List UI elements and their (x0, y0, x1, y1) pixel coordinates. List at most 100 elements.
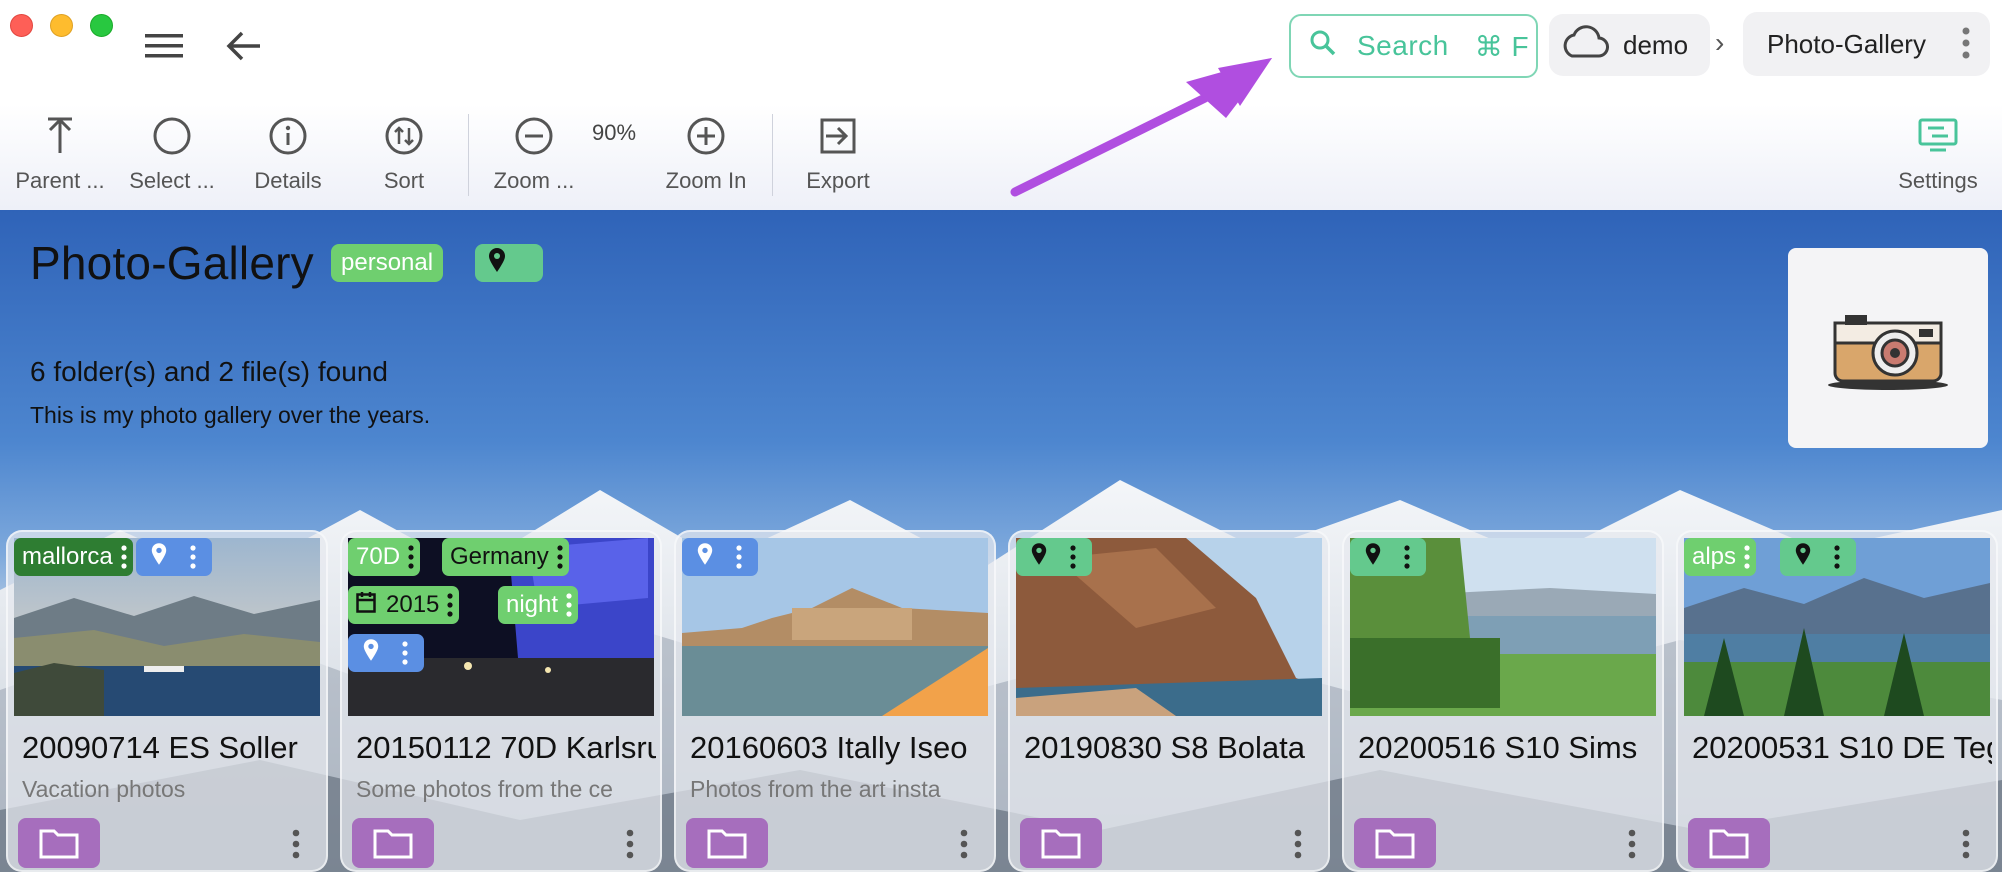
folder-name: 20190830 S8 Bolata (1024, 730, 1305, 765)
folder-thumbnail[interactable] (1788, 248, 1988, 448)
circle-select-icon (152, 110, 192, 162)
map-marker-icon (1794, 542, 1812, 573)
card-menu-icon[interactable] (1294, 828, 1302, 865)
folder-icon[interactable] (1688, 818, 1770, 868)
folder-title: Photo-Gallery (30, 237, 314, 289)
tag-geo-location[interactable] (1780, 538, 1856, 576)
map-marker-icon (696, 542, 714, 573)
folder-card[interactable]: 20200516 S10 Sims (1342, 530, 1664, 872)
tag-70d[interactable]: 70D (348, 538, 421, 576)
card-menu-icon[interactable] (960, 828, 968, 865)
map-marker-icon (1364, 542, 1382, 573)
tag-geo-location[interactable] (1350, 538, 1426, 576)
breadcrumb-current-folder[interactable]: Photo-Gallery (1743, 12, 1990, 76)
folder-icon[interactable] (352, 818, 434, 868)
sort-icon (384, 110, 424, 162)
tag-geo-location[interactable] (475, 244, 543, 282)
folder-subtitle: Vacation photos (22, 776, 186, 802)
search-icon (1309, 29, 1337, 64)
folder-card[interactable]: mallorca 20090714 ES Soller Vacation pho… (6, 530, 328, 872)
card-menu-icon[interactable] (1628, 828, 1636, 865)
parent-arrow-icon (45, 110, 75, 162)
details-button[interactable]: Details (248, 110, 328, 206)
zoom-out-button[interactable]: Zoom ... (488, 110, 580, 206)
breadcrumb-separator: › (1715, 27, 1725, 58)
tag-menu-icon[interactable] (1744, 544, 1750, 570)
map-marker-icon (487, 247, 507, 280)
search-label: Search (1357, 30, 1449, 61)
folder-name: 20090714 ES Soller (22, 730, 298, 765)
map-marker-icon (362, 638, 380, 669)
folder-name: 20160603 Itally Iseo (690, 730, 968, 765)
folder-icon[interactable] (1354, 818, 1436, 868)
folder-name: 20200531 S10 DE Tegernsee (1692, 730, 1992, 765)
settings-button[interactable]: Settings (1894, 110, 1982, 206)
toolbar: Parent ... Select ... Details Sort Zoom … (0, 104, 2002, 210)
tag-germany[interactable]: Germany (442, 538, 569, 576)
tag-menu-icon[interactable] (190, 544, 196, 570)
minimize-window-button[interactable] (50, 14, 73, 37)
location-button[interactable]: demo (1549, 14, 1710, 76)
close-window-button[interactable] (10, 14, 33, 37)
tag-geo-location[interactable] (348, 634, 424, 672)
tag-menu-icon[interactable] (1070, 544, 1076, 570)
found-count: 6 folder(s) and 2 file(s) found (30, 356, 388, 387)
folder-icon[interactable] (18, 818, 100, 868)
sort-button[interactable]: Sort (364, 110, 444, 206)
search-button[interactable]: Search ⌘ F (1289, 14, 1538, 78)
parent-folder-button[interactable]: Parent ... (14, 110, 106, 206)
info-icon (268, 110, 308, 162)
export-icon (818, 110, 858, 162)
tag-mallorca[interactable]: mallorca (14, 538, 133, 576)
zoom-level: 90% (592, 120, 637, 145)
tag-night[interactable]: night (498, 586, 579, 624)
export-button[interactable]: Export (798, 110, 878, 206)
cloud-icon (1559, 24, 1609, 66)
card-menu-icon[interactable] (1962, 828, 1970, 865)
tag-menu-icon[interactable] (408, 544, 414, 570)
map-marker-icon (150, 542, 168, 573)
tag-menu-icon[interactable] (1404, 544, 1410, 570)
tag-menu-icon[interactable] (566, 592, 572, 618)
map-marker-icon (1030, 542, 1048, 573)
hamburger-menu-icon[interactable] (138, 24, 190, 68)
title-bar: Search ⌘ F demo › Photo-Gallery (0, 0, 2002, 104)
toolbar-divider (772, 114, 773, 196)
tag-menu-icon[interactable] (557, 544, 563, 570)
folder-card[interactable]: alps 20200531 S10 DE Tegernsee (1676, 530, 1998, 872)
tag-menu-icon[interactable] (402, 640, 408, 666)
tag-menu-icon[interactable] (121, 544, 127, 570)
calendar-icon (356, 591, 376, 620)
tag-personal[interactable]: personal (331, 244, 444, 282)
card-menu-icon[interactable] (626, 828, 634, 865)
search-shortcut: ⌘ F (1474, 30, 1530, 62)
folder-menu-icon[interactable] (1962, 26, 1970, 67)
folder-card[interactable]: 20160603 Itally Iseo Photos from the art… (674, 530, 996, 872)
tag-geo-location[interactable] (1016, 538, 1092, 576)
card-menu-icon[interactable] (292, 828, 300, 865)
tag-geo-location[interactable] (682, 538, 758, 576)
tag-geo-location[interactable] (136, 538, 212, 576)
folder-description: This is my photo gallery over the years. (30, 402, 431, 428)
tag-menu-icon[interactable] (447, 592, 453, 618)
maximize-window-button[interactable] (90, 14, 113, 37)
folder-subtitle: Photos from the art insta (690, 776, 941, 802)
folder-name: 20150112 70D Karlsruhe (356, 730, 656, 765)
select-all-button[interactable]: Select ... (126, 110, 218, 206)
folder-card[interactable]: 20190830 S8 Bolata (1008, 530, 1330, 872)
tag-alps[interactable]: alps (1684, 538, 1757, 576)
back-arrow-icon[interactable] (218, 24, 270, 68)
tag-menu-icon[interactable] (736, 544, 742, 570)
folder-icon[interactable] (686, 818, 768, 868)
tag-menu-icon[interactable] (1834, 544, 1840, 570)
camera-icon (1828, 315, 1948, 390)
folder-subtitle: Some photos from the ce (356, 776, 613, 802)
toolbar-divider (468, 114, 469, 196)
zoom-in-icon (686, 110, 726, 162)
location-label: demo (1623, 29, 1689, 60)
folder-icon[interactable] (1020, 818, 1102, 868)
tag-2015[interactable]: 2015 (348, 586, 460, 624)
current-folder-label: Photo-Gallery (1767, 28, 1926, 59)
folder-card[interactable]: 70D Germany 2015 night 20150112 70D Karl… (340, 530, 662, 872)
zoom-in-button[interactable]: Zoom In (660, 110, 752, 206)
